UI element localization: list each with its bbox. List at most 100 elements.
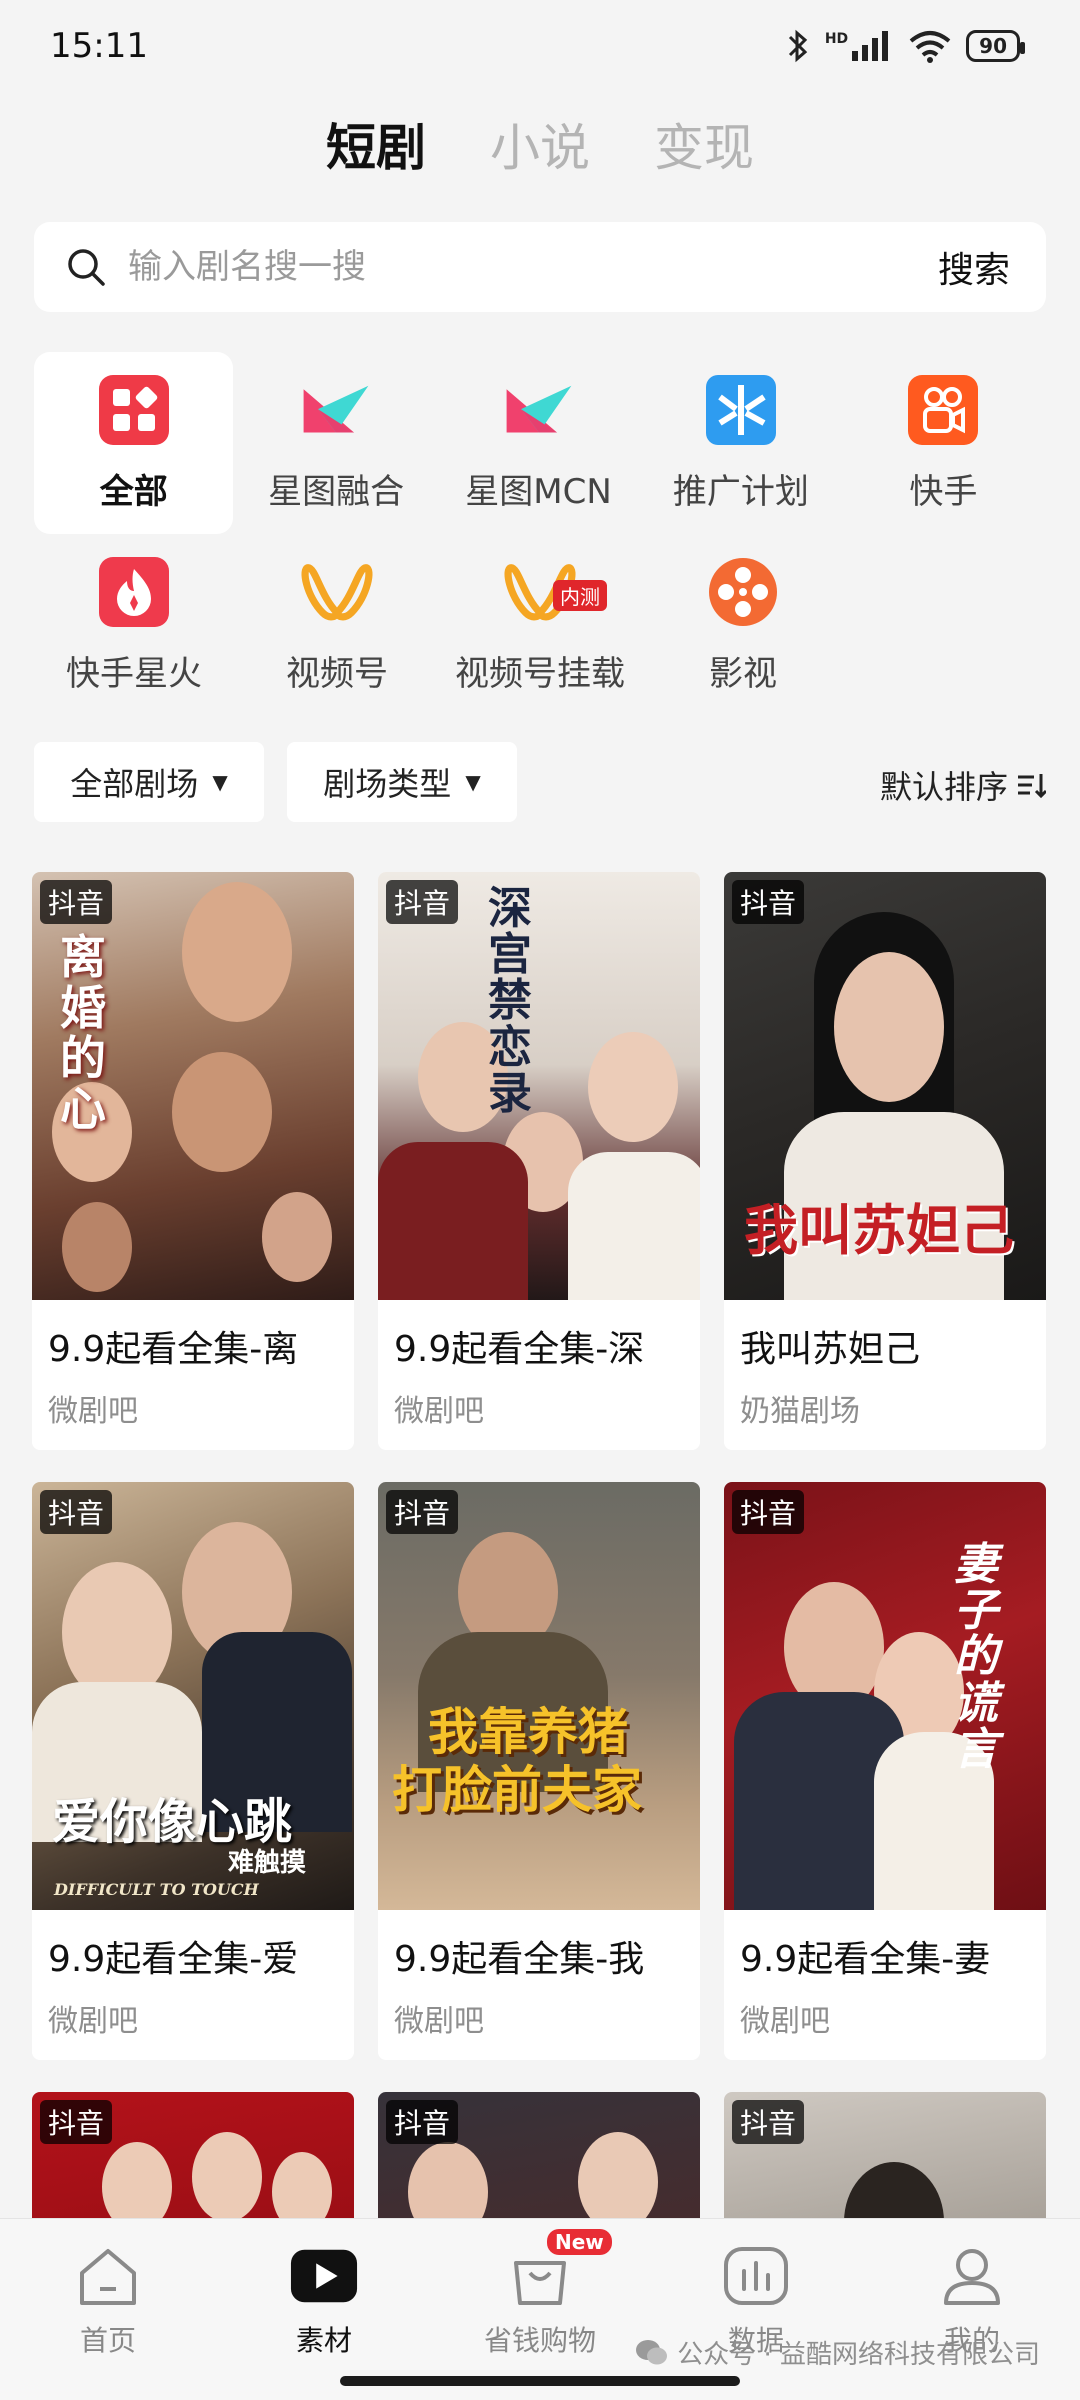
drama-poster: 妻子的谎言 [724, 1482, 1046, 1910]
drama-card[interactable]: 妻子的谎言 抖音 9.9起看全集-妻 微剧吧 [724, 1482, 1046, 2060]
drama-card[interactable]: 深宫禁恋录 抖音 9.9起看全集-深 微剧吧 [378, 872, 700, 1450]
nav-label: 省钱购物 [483, 2324, 596, 2357]
nav-shopping[interactable]: New 省钱购物 [432, 2229, 648, 2359]
category-label: 视频号挂载 [455, 653, 625, 694]
home-indicator[interactable] [340, 2376, 740, 2386]
drama-source: 微剧吧 [48, 1394, 138, 1429]
tab-monetize[interactable]: 变现 [654, 108, 754, 180]
sort-label: 默认排序 [879, 768, 1008, 806]
network-label: HD [824, 31, 849, 47]
platform-tag: 抖音 [732, 1490, 805, 1534]
kuaishou-xinghuo-icon [98, 556, 170, 628]
xingtu-icon [503, 374, 575, 446]
sort-icon [1018, 774, 1046, 799]
channels-icon [301, 556, 373, 628]
search-button[interactable]: 搜索 [938, 241, 1010, 293]
status-bar: 15:11 HD 90 [0, 0, 1080, 100]
drama-card[interactable]: 抖音 [32, 2092, 354, 2222]
nav-label: 素材 [295, 2324, 352, 2357]
nav-label: 首页 [79, 2324, 136, 2357]
tab-short-drama[interactable]: 短剧 [326, 108, 426, 180]
caret-down-icon: ▼ [212, 770, 228, 794]
drama-title: 9.9起看全集-我 [394, 1939, 645, 1980]
poster-title: 爱你像心跳 [52, 1794, 293, 1850]
platform-tag: 抖音 [732, 2100, 805, 2144]
category-label: 全部 [99, 471, 168, 512]
category-film[interactable]: 影视 [643, 534, 843, 716]
drama-poster: 我靠养猪 打脸前夫家 [378, 1482, 700, 1910]
category-xingtu-fusion[interactable]: 星图融合 [236, 352, 435, 534]
category-grid: 全部 星图融合 星图MCN 推广计划 快手 快手星火 视频号 内测 视频号挂载 … [34, 352, 1046, 716]
poster-subtitle: 难触摸 [228, 1848, 307, 1878]
category-channels[interactable]: 视频号 [237, 534, 437, 716]
theater-filter-label: 全部剧场 [70, 765, 199, 803]
tab-novel[interactable]: 小说 [490, 108, 590, 180]
bottom-nav: 首页 素材 New 省钱购物 数据 我的 [0, 2218, 1080, 2400]
drama-card[interactable]: 离婚的心 抖音 9.9起看全集-离 微剧吧 [32, 872, 354, 1450]
category-label: 推广计划 [672, 471, 809, 512]
platform-tag: 抖音 [386, 1490, 459, 1534]
drama-poster: 我叫苏妲己 [724, 872, 1046, 1300]
category-label: 星图融合 [268, 471, 405, 512]
drama-poster: 深宫禁恋录 [378, 872, 700, 1300]
drama-source: 微剧吧 [48, 2004, 138, 2039]
grid-icon [98, 374, 170, 446]
xingtu-icon [300, 374, 372, 446]
watermark: 公众号 · 益酷网络科技有限公司 [635, 2334, 1040, 2371]
kuaishou-icon [907, 374, 979, 446]
drama-card[interactable]: 抖音 [724, 2092, 1046, 2222]
nav-home[interactable]: 首页 [0, 2241, 216, 2359]
category-all[interactable]: 全部 [34, 352, 234, 534]
caret-down-icon: ▼ [465, 770, 481, 794]
category-label: 快手星火 [66, 653, 202, 694]
drama-card[interactable]: 我叫苏妲己 抖音 我叫苏妲己 奶猫剧场 [724, 872, 1046, 1450]
top-tabs: 短剧 小说 变现 [0, 108, 1080, 180]
drama-source: 微剧吧 [394, 2004, 484, 2039]
platform-tag: 抖音 [732, 880, 805, 924]
type-filter-dropdown[interactable]: 剧场类型 ▼ [287, 742, 517, 822]
poster-english: DIFFICULT TO TOUCH [54, 1880, 259, 1899]
drama-title: 9.9起看全集-爱 [48, 1939, 299, 1980]
drama-title: 9.9起看全集-妻 [740, 1939, 991, 1980]
platform-tag: 抖音 [386, 2100, 459, 2144]
search-bar: 搜索 [34, 222, 1046, 312]
platform-tag: 抖音 [40, 880, 113, 924]
platform-tag: 抖音 [40, 1490, 113, 1534]
category-xingtu-mcn[interactable]: 星图MCN [439, 352, 638, 534]
drama-card[interactable]: 爱你像心跳 难触摸 DIFFICULT TO TOUCH 抖音 9.9起看全集-… [32, 1482, 354, 2060]
signal-icon [852, 31, 889, 61]
theater-filter-dropdown[interactable]: 全部剧场 ▼ [34, 742, 264, 822]
drama-card[interactable]: 抖音 [378, 2092, 700, 2222]
filter-bar: 全部剧场 ▼ 剧场类型 ▼ 默认排序 [34, 742, 1046, 822]
search-icon [68, 249, 105, 286]
category-kuaishou[interactable]: 快手 [844, 352, 1043, 534]
poster-title: 离婚的心 [60, 930, 106, 1136]
category-promotion-plan[interactable]: 推广计划 [641, 352, 840, 534]
drama-source: 奶猫剧场 [740, 1394, 860, 1429]
drama-card[interactable]: 我靠养猪 打脸前夫家 抖音 9.9起看全集-我 微剧吧 [378, 1482, 700, 2060]
type-filter-label: 剧场类型 [323, 765, 452, 803]
profile-icon [937, 2241, 1007, 2311]
platform-tag: 抖音 [40, 2100, 113, 2144]
drama-title: 我叫苏妲己 [740, 1329, 921, 1370]
new-badge: New [547, 2229, 612, 2255]
drama-source: 微剧吧 [394, 1394, 484, 1429]
wifi-icon [909, 31, 951, 63]
bluetooth-icon [788, 29, 808, 63]
platform-tag: 抖音 [386, 880, 459, 924]
poster-title: 我叫苏妲己 [744, 1198, 1014, 1262]
search-input[interactable] [128, 247, 938, 287]
promotion-icon [705, 374, 777, 446]
poster-title: 深宫禁恋录 [488, 883, 532, 1119]
drama-title: 9.9起看全集-离 [48, 1329, 299, 1370]
category-label: 影视 [709, 653, 777, 694]
film-reel-icon [707, 556, 779, 628]
drama-poster: 爱你像心跳 难触摸 DIFFICULT TO TOUCH [32, 1482, 354, 1910]
drama-grid: 离婚的心 抖音 9.9起看全集-离 微剧吧 深宫禁恋录 抖音 9.9起看全集-深… [32, 872, 1048, 2222]
sort-button[interactable]: 默认排序 [880, 762, 1046, 808]
status-icons: HD 90 [785, 28, 1025, 64]
category-kuaishou-xinghuo[interactable]: 快手星火 [34, 534, 234, 716]
nav-material[interactable]: 素材 [216, 2241, 432, 2359]
category-channels-mount[interactable]: 内测 视频号挂载 [440, 534, 640, 716]
category-label: 视频号 [286, 653, 388, 694]
